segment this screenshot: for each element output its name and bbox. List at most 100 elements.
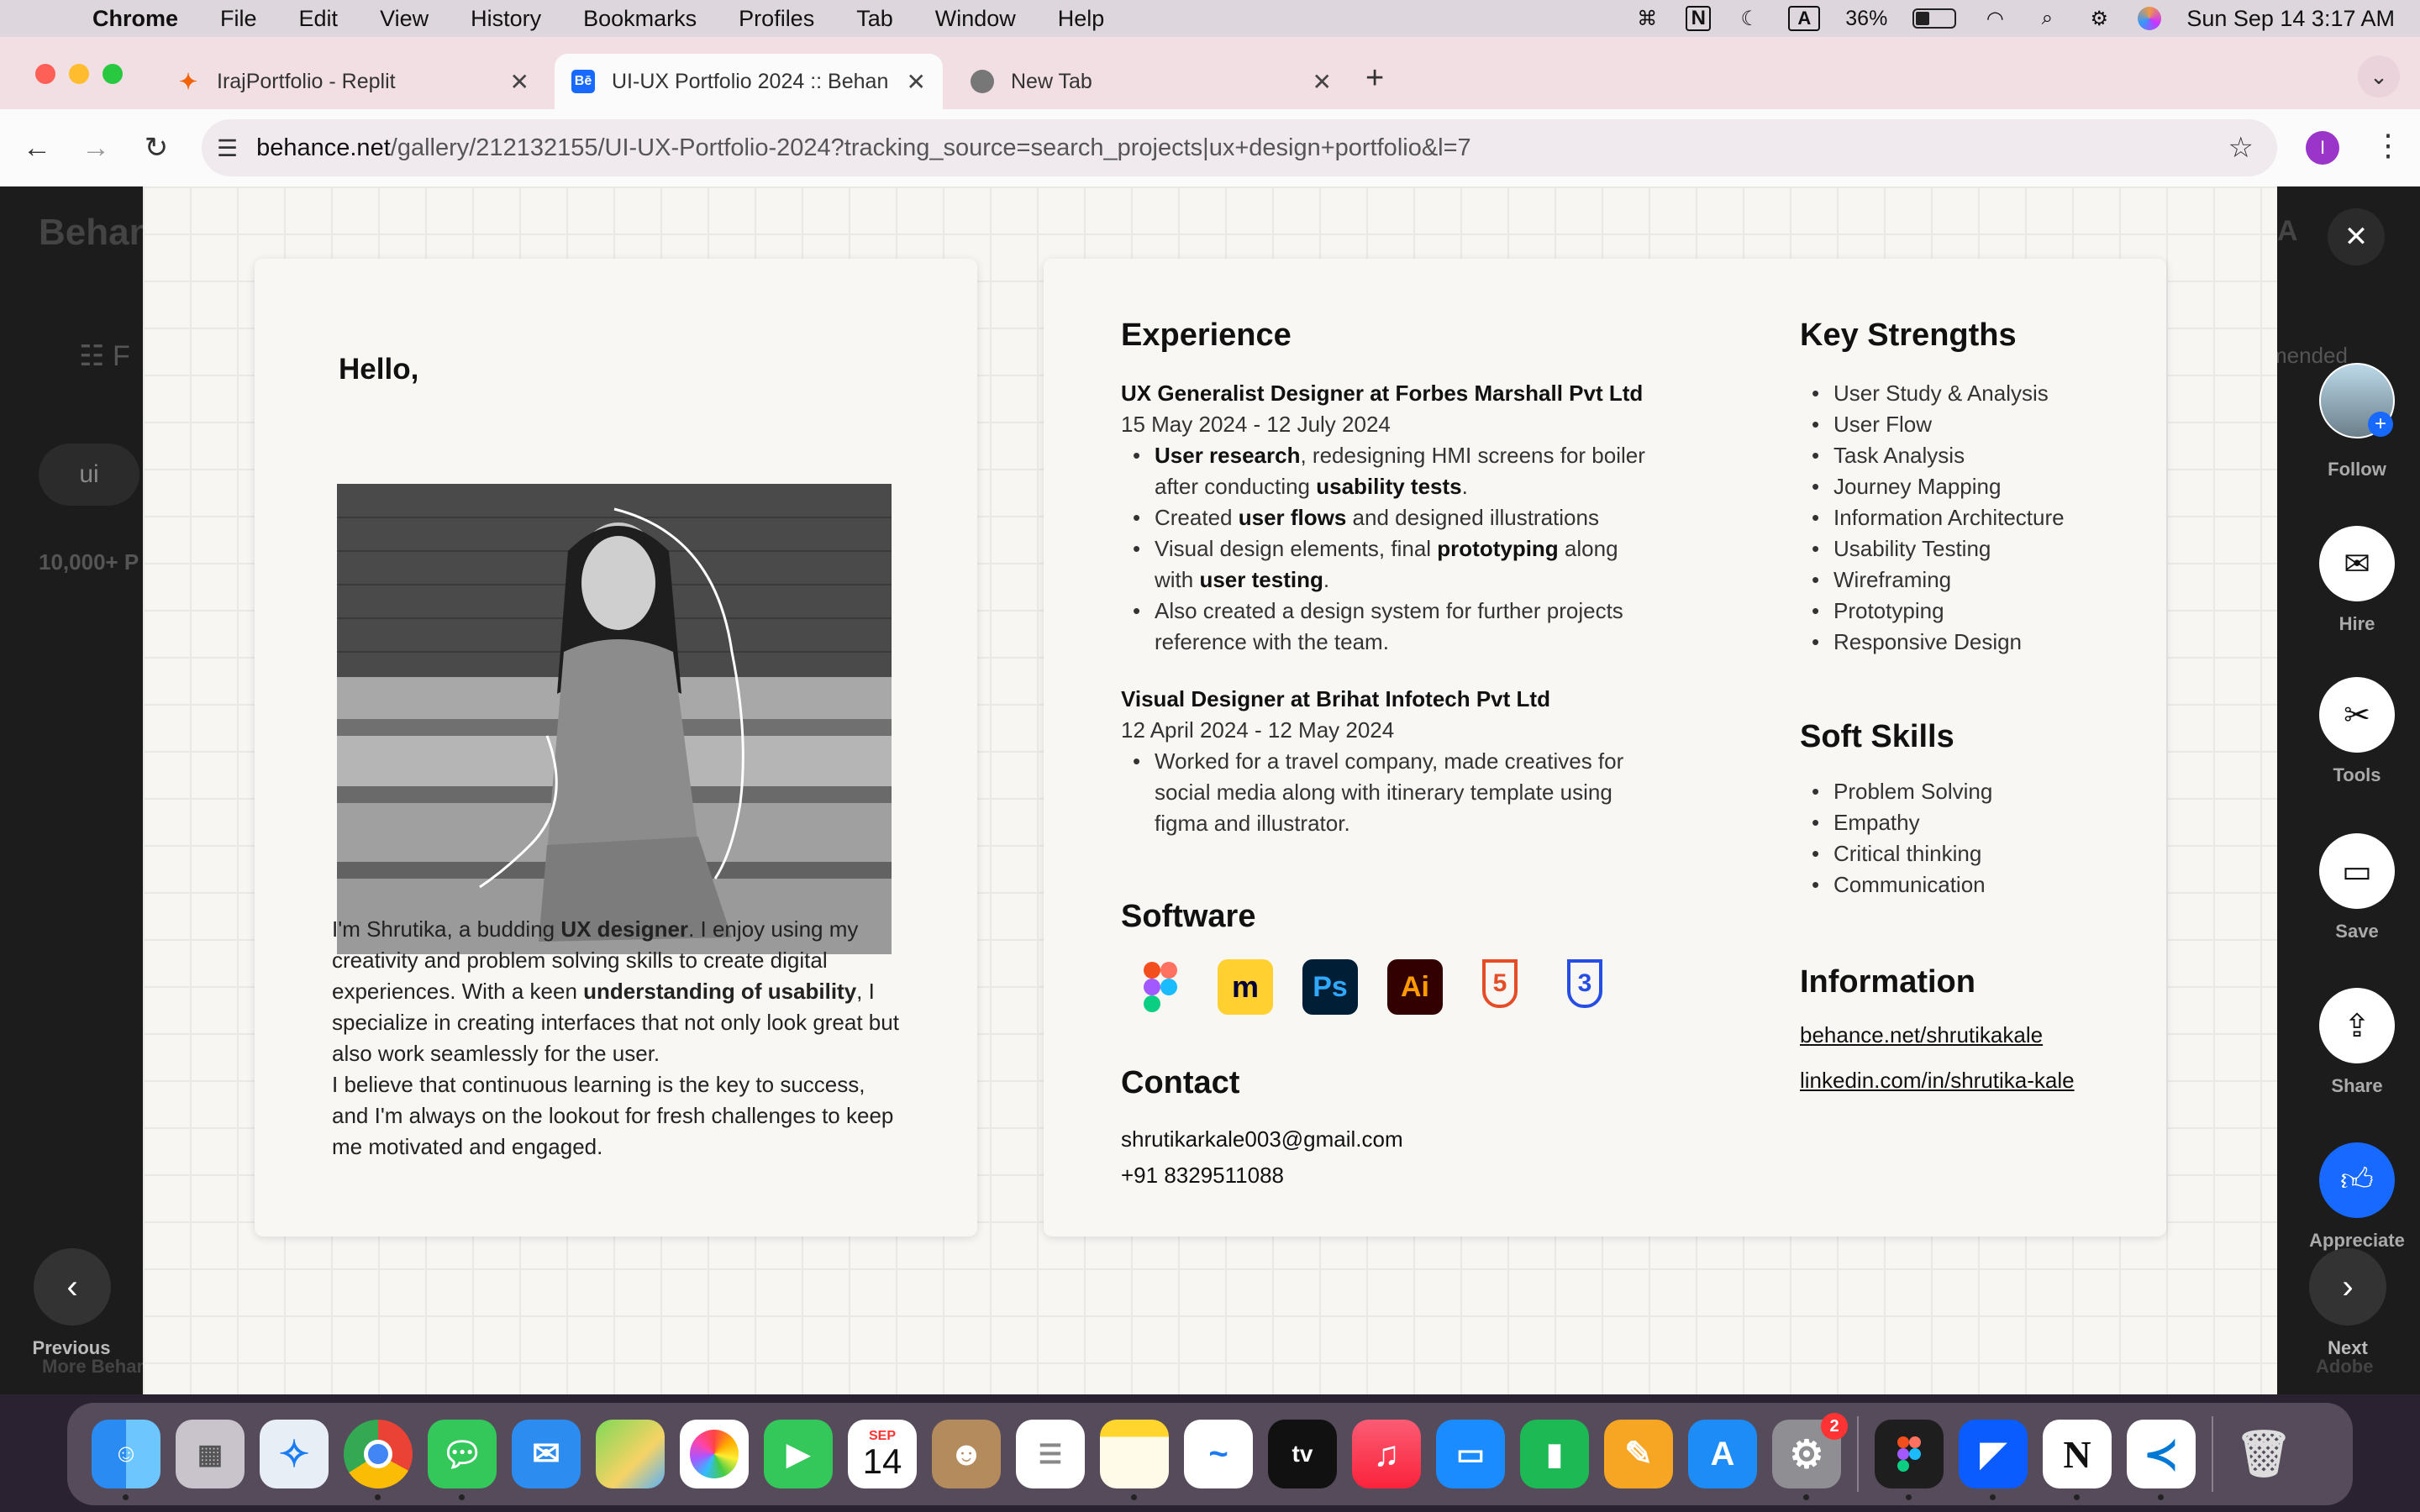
intro-text: I'm Shrutika, a budding UX designer. I e… [332, 914, 903, 1163]
framer-icon[interactable]: ◤ [1959, 1420, 2028, 1500]
dock-separator [2212, 1416, 2213, 1492]
figma-dock-icon[interactable] [1875, 1420, 1944, 1500]
siri-icon[interactable] [2138, 7, 2162, 30]
chrome-menu-icon[interactable]: ⋮ [2373, 128, 2403, 163]
numbers-icon[interactable]: ▮ [1520, 1420, 1589, 1488]
software-icons: m Ps Ai 5 3 [1133, 959, 1612, 1015]
menu-profiles[interactable]: Profiles [739, 6, 814, 32]
save-button[interactable]: ▭ [2319, 833, 2395, 909]
close-tab-icon[interactable]: ✕ [1313, 68, 1332, 96]
trash-icon[interactable]: 🗑︎ [2229, 1420, 2298, 1488]
tab-behance[interactable]: Bē UI-UX Portfolio 2024 :: Behan ✕ [555, 54, 943, 109]
safari-icon[interactable]: ✧ [260, 1420, 329, 1488]
pages-icon[interactable]: ✎ [1604, 1420, 1673, 1488]
calendar-icon[interactable]: SEP 14 [848, 1420, 917, 1488]
project-modal: Hello, I'm Shrutika, a budding UX design… [143, 186, 2277, 1394]
control-center-icon[interactable]: ⚙ [2086, 5, 2112, 32]
wifi-icon[interactable]: ◠ [1981, 5, 2008, 32]
tab-search-button[interactable]: ⌄ [2358, 55, 2400, 97]
tab-title: IrajPortfolio - Replit [217, 69, 396, 93]
share-button[interactable]: ⇪ [2319, 988, 2395, 1063]
menu-bookmarks[interactable]: Bookmarks [583, 6, 697, 32]
close-tab-icon[interactable]: ✕ [510, 68, 529, 96]
notion-menubar-icon[interactable]: N [1686, 6, 1712, 31]
tab-new-tab[interactable]: New Tab ✕ [954, 54, 1349, 109]
bookmark-star-icon[interactable]: ☆ [2228, 131, 2254, 165]
menu-window[interactable]: Window [935, 6, 1016, 32]
tab-replit[interactable]: ✦ IrajPortfolio - Replit ✕ [160, 54, 546, 109]
menubar-clock[interactable]: Sun Sep 14 3:17 AM [2186, 6, 2395, 32]
apple-tv-icon[interactable]: tv [1268, 1420, 1337, 1488]
input-source-icon[interactable]: A [1788, 6, 1821, 31]
close-modal-button[interactable]: ✕ [2328, 208, 2385, 265]
linkedin-profile-link[interactable]: linkedin.com/in/shrutika-kale [1800, 1065, 2075, 1096]
app-store-icon[interactable]: A [1688, 1420, 1757, 1488]
dock-area: ☺ ▦ ✧ 💬︎ ✉ ▶ SEP 14 ☻ ☰ ~ tv ♫ ▭ ▮ ✎ A ⚙… [0, 1394, 2420, 1512]
intro-bold: understanding of usability [583, 979, 857, 1004]
close-window-button[interactable] [35, 64, 55, 84]
dock: ☺ ▦ ✧ 💬︎ ✉ ▶ SEP 14 ☻ ☰ ~ tv ♫ ▭ ▮ ✎ A ⚙… [67, 1403, 2353, 1505]
moon-icon[interactable]: ☾ [1736, 5, 1763, 32]
mail-dock-icon[interactable]: ✉ [512, 1420, 581, 1488]
folder-icon: ▭ [2342, 853, 2372, 890]
appreciate-button[interactable]: 👍︎ [2319, 1142, 2395, 1218]
follow-plus-icon[interactable]: + [2368, 412, 2393, 437]
contact-phone[interactable]: +91 8329511088 [1121, 1160, 1284, 1191]
battery-icon[interactable] [1912, 8, 1957, 29]
filter-button[interactable]: ☷ F [79, 339, 130, 373]
notes-icon[interactable] [1100, 1420, 1169, 1500]
menu-file[interactable]: File [220, 6, 257, 32]
battery-percent: 36% [1845, 6, 1888, 30]
menu-history[interactable]: History [471, 6, 541, 32]
menu-view[interactable]: View [380, 6, 429, 32]
zoom-window-button[interactable] [103, 64, 123, 84]
site-info-icon[interactable]: ☰ [217, 134, 238, 162]
vscode-icon[interactable]: ≺ [2127, 1420, 2196, 1500]
tools-button[interactable]: ✂ [2319, 677, 2395, 753]
close-tab-icon[interactable]: ✕ [907, 68, 926, 96]
maps-icon[interactable] [596, 1420, 665, 1488]
contacts-icon[interactable]: ☻ [932, 1420, 1001, 1488]
intro-card: Hello, I'm Shrutika, a budding UX design… [255, 259, 977, 1236]
menu-help[interactable]: Help [1058, 6, 1105, 32]
follow-label[interactable]: Follow [2298, 459, 2416, 480]
system-settings-icon[interactable]: ⚙ 2 [1772, 1413, 1848, 1500]
minimize-window-button[interactable] [69, 64, 89, 84]
contact-email[interactable]: shrutikarkale003@gmail.com [1121, 1124, 1403, 1155]
keynote-icon[interactable]: ▭ [1436, 1420, 1505, 1488]
photos-icon[interactable] [680, 1420, 749, 1488]
freeform-icon[interactable]: ~ [1184, 1420, 1253, 1488]
facetime-icon[interactable]: ▶ [764, 1420, 833, 1488]
profile-avatar[interactable]: I [2306, 131, 2339, 165]
notion-icon[interactable]: N [2043, 1420, 2112, 1500]
launchpad-icon[interactable]: ▦ [176, 1420, 245, 1488]
chevron-right-icon: › [2342, 1268, 2354, 1305]
settings-badge: 2 [1821, 1413, 1848, 1440]
menu-tab[interactable]: Tab [856, 6, 893, 32]
finder-icon[interactable]: ☺ [92, 1420, 160, 1500]
menu-edit[interactable]: Edit [299, 6, 339, 32]
behance-profile-link[interactable]: behance.net/shrutikakale [1800, 1020, 2043, 1051]
address-bar[interactable]: ☰ behance.net /gallery/212132155/UI-UX-P… [202, 119, 2277, 176]
back-button[interactable]: ← [17, 128, 57, 168]
list-item: Journey Mapping [1800, 471, 2153, 502]
tab-title: UI-UX Portfolio 2024 :: Behan [612, 69, 889, 93]
messages-icon[interactable]: 💬︎ [428, 1420, 497, 1500]
figma-menubar-icon[interactable]: ⌘ [1634, 5, 1660, 32]
menu-app-name[interactable]: Chrome [92, 6, 178, 32]
list-item: Communication [1800, 869, 2153, 900]
previous-project-button[interactable]: ‹ [34, 1248, 111, 1326]
reminders-icon[interactable]: ☰ [1016, 1420, 1085, 1488]
information-heading: Information [1800, 964, 1975, 1000]
forward-button[interactable]: → [76, 128, 116, 168]
search-chip[interactable]: ui [39, 444, 139, 506]
hire-button[interactable]: ✉ [2319, 526, 2395, 601]
chrome-dock-icon[interactable] [344, 1420, 413, 1500]
spotlight-search-icon[interactable]: ⌕ [2033, 5, 2060, 32]
share-icon: ⇪ [2344, 1008, 2370, 1044]
new-tab-button[interactable]: + [1365, 60, 1384, 97]
music-icon[interactable]: ♫ [1352, 1420, 1421, 1488]
reload-button[interactable]: ↻ [136, 128, 176, 168]
chrome-icon [971, 70, 994, 93]
next-project-button[interactable]: › [2309, 1248, 2386, 1326]
